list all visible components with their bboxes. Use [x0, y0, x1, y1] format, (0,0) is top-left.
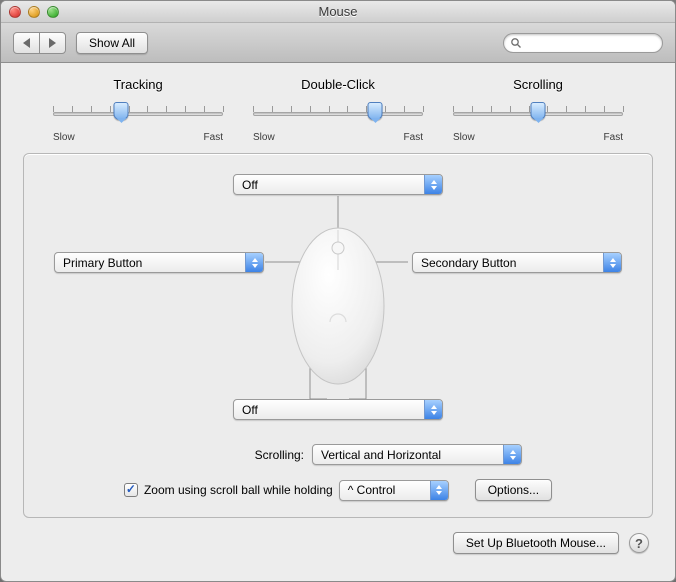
- scrolling-thumb[interactable]: [531, 102, 546, 120]
- updown-caret-icon: [424, 400, 442, 419]
- scrolling-label: Scrolling: [453, 77, 623, 92]
- nav-back-button[interactable]: [13, 32, 40, 54]
- search-input[interactable]: [526, 36, 656, 50]
- scrolling-slow-label: Slow: [453, 132, 475, 143]
- tracking-label: Tracking: [53, 77, 223, 92]
- zoom-modifier-popup[interactable]: ^ Control: [339, 480, 449, 501]
- scrolling-mode-popup[interactable]: Vertical and Horizontal: [312, 444, 522, 465]
- mouse-prefs-window: Mouse Show All Tracking Slow Fast: [0, 0, 676, 582]
- updown-caret-icon: [603, 253, 621, 272]
- tracking-slider[interactable]: [53, 102, 223, 128]
- scrollball-click-popup[interactable]: Off: [233, 174, 443, 195]
- tracking-slow-label: Slow: [53, 132, 75, 143]
- updown-caret-icon: [430, 481, 448, 500]
- left-button-value: Primary Button: [55, 256, 245, 270]
- tracking-slider-group: Tracking Slow Fast: [53, 77, 223, 143]
- button-assignment-group: Off Primary Button Secondary Button Off …: [23, 153, 653, 518]
- search-field[interactable]: [503, 33, 663, 53]
- right-button-popup[interactable]: Secondary Button: [412, 252, 622, 273]
- doubleclick-slider[interactable]: [253, 102, 423, 128]
- zoom-window-button[interactable]: [47, 6, 59, 18]
- zoom-label: Zoom using scroll ball while holding: [144, 483, 333, 497]
- nav-back-forward: [13, 32, 66, 54]
- mouse-illustration: [288, 224, 388, 389]
- footer-row: Set Up Bluetooth Mouse... ?: [23, 532, 653, 554]
- search-icon: [510, 37, 522, 49]
- scrolling-mode-row: Scrolling: Vertical and Horizontal: [40, 444, 636, 465]
- setup-bluetooth-button[interactable]: Set Up Bluetooth Mouse...: [453, 532, 619, 554]
- zoom-modifier-value: ^ Control: [340, 483, 430, 497]
- scrolling-slider-group: Scrolling Slow Fast: [453, 77, 623, 143]
- pane-body: Tracking Slow Fast Double-Click Slow Fast: [1, 63, 675, 566]
- updown-caret-icon: [503, 445, 521, 464]
- doubleclick-slider-group: Double-Click Slow Fast: [253, 77, 423, 143]
- zoom-row: Zoom using scroll ball while holding ^ C…: [40, 479, 636, 501]
- tracking-thumb[interactable]: [114, 102, 129, 120]
- side-buttons-popup[interactable]: Off: [233, 399, 443, 420]
- close-window-button[interactable]: [9, 6, 21, 18]
- nav-forward-button[interactable]: [39, 32, 66, 54]
- chevron-right-icon: [49, 38, 56, 48]
- minimize-window-button[interactable]: [28, 6, 40, 18]
- scrolling-mode-label: Scrolling:: [154, 448, 304, 462]
- mouse-diagram: Off Primary Button Secondary Button Off: [40, 174, 636, 434]
- chevron-left-icon: [23, 38, 30, 48]
- help-button[interactable]: ?: [629, 533, 649, 553]
- scrolling-slider[interactable]: [453, 102, 623, 128]
- updown-caret-icon: [424, 175, 442, 194]
- scrolling-fast-label: Fast: [604, 132, 623, 143]
- zoom-options-button[interactable]: Options...: [475, 479, 552, 501]
- doubleclick-fast-label: Fast: [404, 132, 423, 143]
- toolbar: Show All: [1, 23, 675, 63]
- window-title: Mouse: [1, 4, 675, 19]
- right-button-value: Secondary Button: [413, 256, 603, 270]
- doubleclick-slow-label: Slow: [253, 132, 275, 143]
- doubleclick-label: Double-Click: [253, 77, 423, 92]
- scrolling-mode-value: Vertical and Horizontal: [313, 448, 503, 462]
- show-all-button[interactable]: Show All: [76, 32, 148, 54]
- side-buttons-value: Off: [234, 403, 424, 417]
- tracking-fast-label: Fast: [204, 132, 223, 143]
- doubleclick-thumb[interactable]: [368, 102, 383, 120]
- left-button-popup[interactable]: Primary Button: [54, 252, 264, 273]
- zoom-checkbox[interactable]: [124, 483, 138, 497]
- sliders-row: Tracking Slow Fast Double-Click Slow Fast: [23, 77, 653, 153]
- scrollball-click-value: Off: [234, 178, 424, 192]
- titlebar: Mouse: [1, 1, 675, 23]
- updown-caret-icon: [245, 253, 263, 272]
- window-controls: [9, 6, 59, 18]
